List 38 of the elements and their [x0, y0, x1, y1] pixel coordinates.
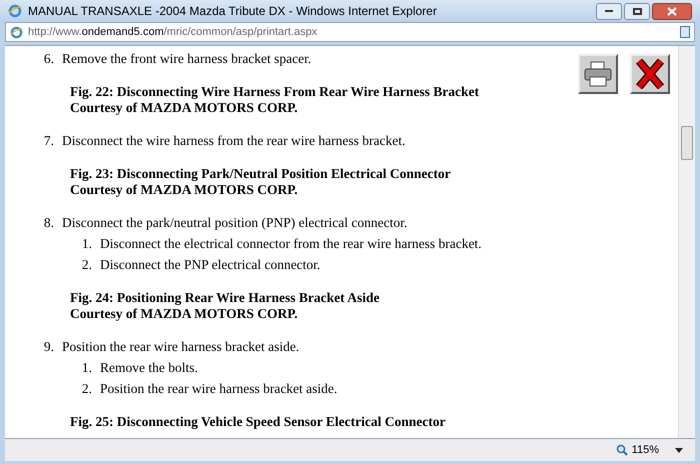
minimize-button[interactable] — [596, 2, 622, 20]
step-number: 8. — [42, 215, 55, 231]
url-text: http://www.ondemand5.com/mric/common/asp/printart.aspx — [28, 24, 318, 40]
close-button[interactable] — [652, 2, 692, 20]
step-number: 9. — [42, 339, 55, 355]
browser-icon — [10, 26, 23, 38]
zoom-level: 115% — [632, 442, 659, 458]
substep-number: 2. — [80, 381, 93, 397]
figure-caption: Fig. 22: Disconnecting Wire Harness From Rear Wire Harness Bracket — [70, 84, 480, 100]
figure-credit: Courtesy of MAZDA MOTORS CORP. — [70, 100, 299, 116]
step-text: Disconnect the wire harness from the rear wire harness bracket. — [62, 133, 406, 149]
figure-caption: Fig. 24: Positioning Rear Wire Harness Bracket Aside — [70, 290, 380, 306]
figure-caption: Fig. 25: Disconnecting Vehicle Speed Sensor Electrical Connector — [70, 414, 446, 430]
browser-icon — [8, 4, 22, 18]
page-icon — [680, 26, 690, 38]
print-button[interactable] — [578, 54, 618, 94]
substep-text: Position the rear wire harness bracket aside. — [100, 381, 338, 397]
step-number: 7. — [42, 133, 55, 149]
step-text: Disconnect the park/neutral position (PNP) electrical connector. — [62, 215, 408, 231]
dropdown-caret-icon[interactable] — [675, 448, 683, 452]
substep-text: Disconnect the PNP electrical connector. — [100, 257, 320, 273]
substep-number: 2. — [80, 257, 93, 273]
substep-text: Remove the bolts. — [100, 360, 198, 376]
substep-number: 1. — [80, 236, 93, 252]
close-icon — [667, 6, 677, 16]
figure-credit: Courtesy of MAZDA MOTORS CORP. — [70, 182, 299, 198]
zoom-icon — [616, 444, 628, 456]
maximize-button[interactable] — [624, 2, 650, 20]
scrollbar-thumb[interactable] — [681, 126, 693, 160]
figure-caption: Fig. 23: Disconnecting Park/Neutral Position Electrical Connector — [70, 166, 452, 182]
step-text: Remove the front wire harness bracket spacer. — [62, 51, 312, 67]
address-bar[interactable]: http://www.ondemand5.com/mric/common/asp/printart.aspx — [5, 22, 695, 42]
substep-text: Disconnect the electrical connector from the rear wire harness bracket. — [100, 236, 482, 252]
window-title: MANUAL TRANSAXLE -2004 Mazda Tribute DX - Windows Internet Explorer — [28, 3, 438, 20]
step-number: 6. — [42, 51, 55, 67]
figure-credit: Courtesy of MAZDA MOTORS CORP. — [70, 306, 299, 322]
substep-number: 1. — [80, 360, 93, 376]
step-text: Position the rear wire harness bracket aside. — [62, 339, 300, 355]
